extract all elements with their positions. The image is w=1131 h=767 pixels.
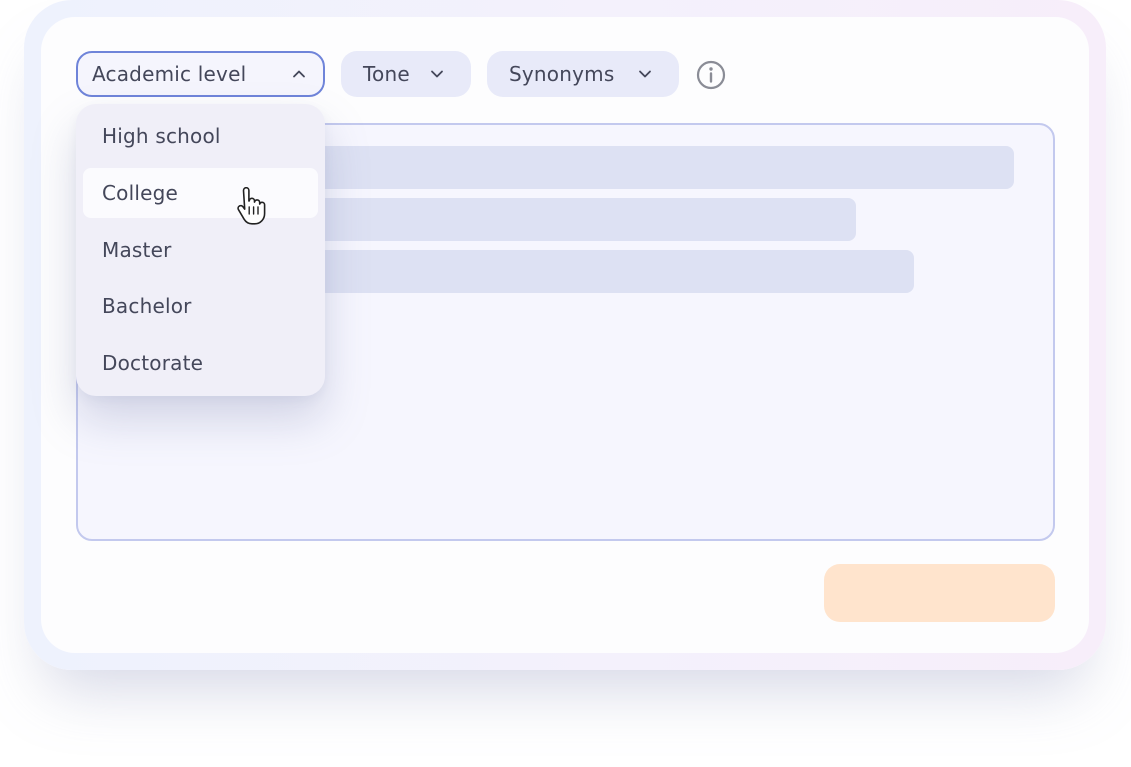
- synonyms-select[interactable]: Synonyms: [487, 51, 679, 97]
- app-window: Academic level Tone Synonyms High school…: [0, 0, 1131, 767]
- dropdown-item-label: Doctorate: [102, 351, 204, 375]
- dropdown-item-high-school[interactable]: High school: [83, 111, 318, 161]
- dropdown-item-master[interactable]: Master: [83, 225, 318, 275]
- dropdown-item-bachelor[interactable]: Bachelor: [83, 281, 318, 331]
- hand-pointer-cursor-icon: [237, 187, 266, 225]
- tone-label: Tone: [363, 62, 410, 86]
- info-circle-icon[interactable]: [696, 60, 726, 90]
- chevron-down-icon: [639, 70, 651, 78]
- academic-level-label: Academic level: [92, 62, 247, 86]
- dropdown-item-label: College: [102, 181, 179, 205]
- academic-level-select[interactable]: Academic level: [76, 51, 325, 97]
- dropdown-item-label: Bachelor: [102, 294, 192, 318]
- submit-button[interactable]: [824, 564, 1055, 622]
- tone-select[interactable]: Tone: [341, 51, 471, 97]
- dropdown-item-label: High school: [102, 124, 221, 148]
- dropdown-item-college[interactable]: College: [83, 168, 318, 218]
- dropdown-item-doctorate[interactable]: Doctorate: [83, 338, 318, 388]
- synonyms-label: Synonyms: [509, 62, 615, 86]
- dropdown-item-label: Master: [102, 238, 172, 262]
- chevron-down-icon: [431, 70, 443, 78]
- chevron-up-icon: [293, 70, 305, 78]
- academic-level-dropdown: High school College Master Bachelor Doct…: [76, 104, 325, 396]
